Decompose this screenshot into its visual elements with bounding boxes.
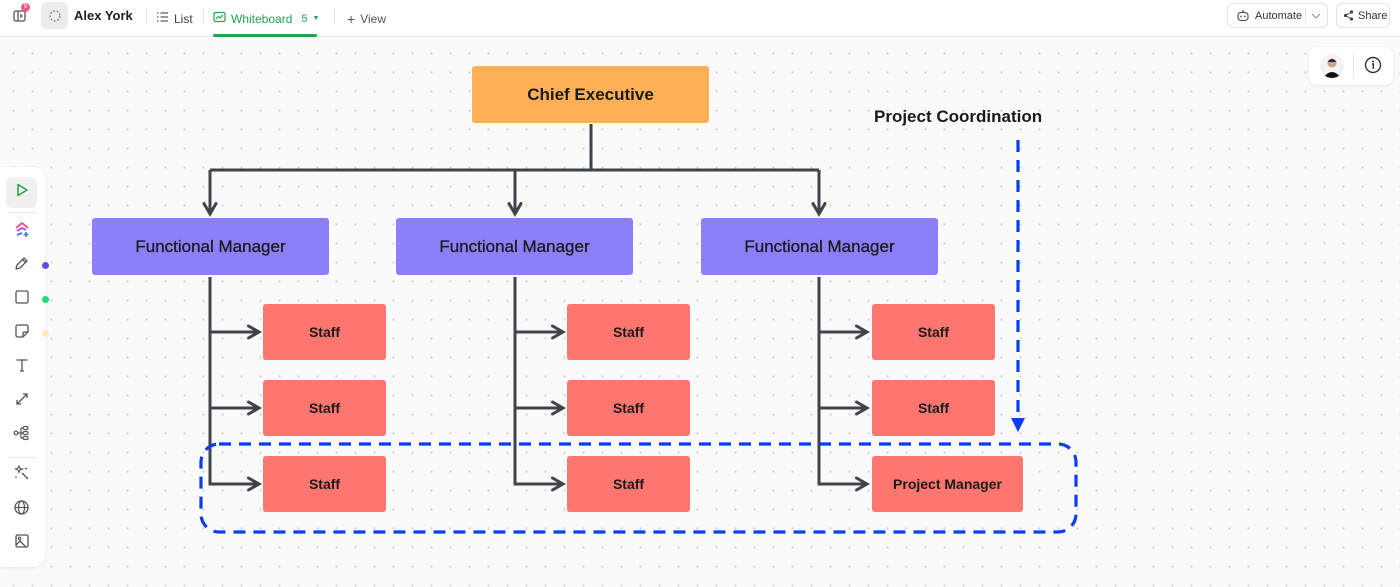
project-coordination-label[interactable]: Project Coordination bbox=[874, 107, 1042, 127]
ai-tool[interactable] bbox=[6, 216, 37, 247]
node-staff[interactable]: Staff bbox=[872, 380, 995, 436]
pen-color-dot[interactable] bbox=[42, 262, 49, 269]
sticky-color-dot[interactable] bbox=[42, 330, 49, 337]
shape-color-dot[interactable] bbox=[42, 296, 49, 303]
image-icon bbox=[14, 533, 30, 554]
magic-wand-icon bbox=[13, 464, 30, 486]
pen-tool[interactable] bbox=[6, 250, 37, 281]
mindmap-tool[interactable] bbox=[6, 420, 37, 451]
connector-tool[interactable] bbox=[6, 386, 37, 417]
magic-tool[interactable] bbox=[6, 459, 37, 490]
node-staff[interactable]: Staff bbox=[567, 304, 690, 360]
node-chief-executive[interactable]: Chief Executive bbox=[472, 66, 709, 123]
image-tool[interactable] bbox=[6, 528, 37, 559]
sticky-note-icon bbox=[14, 323, 30, 344]
connector-fm2-trunk bbox=[513, 277, 567, 492]
rectangle-icon bbox=[14, 289, 30, 310]
shape-tool[interactable] bbox=[6, 284, 37, 315]
whiteboard-toolbar bbox=[0, 167, 49, 567]
node-staff[interactable]: Staff bbox=[263, 304, 386, 360]
connector-icon bbox=[14, 391, 30, 412]
user-avatar[interactable] bbox=[1320, 54, 1344, 78]
connector-fm3-trunk bbox=[817, 277, 871, 492]
sticky-note-tool[interactable] bbox=[6, 318, 37, 349]
toolbar-divider bbox=[8, 212, 36, 213]
collaborators-panel bbox=[1309, 47, 1393, 85]
embed-tool[interactable] bbox=[6, 494, 37, 525]
connector-fm1-trunk bbox=[208, 277, 263, 492]
text-tool[interactable] bbox=[6, 352, 37, 383]
globe-icon bbox=[13, 499, 30, 521]
text-icon bbox=[14, 357, 30, 378]
node-staff[interactable]: Staff bbox=[567, 456, 690, 512]
node-functional-manager[interactable]: Functional Manager bbox=[701, 218, 938, 275]
select-tool[interactable] bbox=[6, 177, 37, 208]
node-functional-manager[interactable]: Functional Manager bbox=[396, 218, 633, 275]
node-staff[interactable]: Staff bbox=[872, 304, 995, 360]
node-project-manager[interactable]: Project Manager bbox=[872, 456, 1023, 512]
project-coordination-arrowhead bbox=[1011, 418, 1025, 432]
node-staff[interactable]: Staff bbox=[567, 380, 690, 436]
info-icon[interactable] bbox=[1364, 56, 1382, 79]
select-icon bbox=[14, 182, 30, 203]
mindmap-icon bbox=[13, 425, 30, 446]
toolbar-divider bbox=[8, 457, 36, 458]
node-staff[interactable]: Staff bbox=[263, 456, 386, 512]
node-staff[interactable]: Staff bbox=[263, 380, 386, 436]
pen-icon bbox=[13, 255, 30, 277]
ai-brain-icon bbox=[13, 220, 31, 243]
node-functional-manager[interactable]: Functional Manager bbox=[92, 218, 329, 275]
